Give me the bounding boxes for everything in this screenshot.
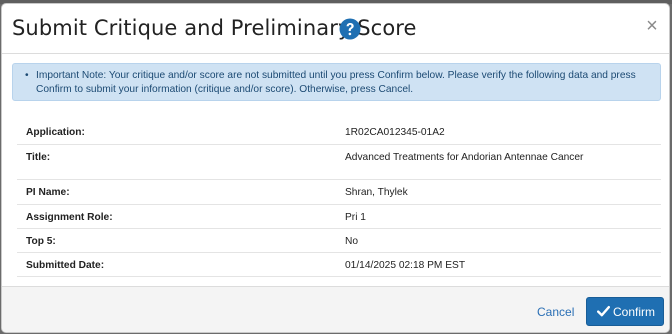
detail-label: Top 5: <box>26 236 56 247</box>
detail-label: Application: <box>26 127 85 138</box>
detail-row-application: Application: 1R02CA012345-01A2 <box>17 121 661 145</box>
alert-text: Important Note: Your critique and/or sco… <box>36 70 636 95</box>
detail-value: Shran, Thylek <box>345 187 408 198</box>
cancel-button[interactable]: Cancel <box>537 305 574 319</box>
detail-value: Pri 1 <box>345 212 366 223</box>
detail-row-pi-name: PI Name: Shran, Thylek <box>17 180 661 205</box>
modal-footer: Cancel Confirm <box>2 286 669 332</box>
detail-value: No <box>345 236 359 247</box>
detail-row-submitted-date: Submitted Date: 01/14/2025 02:18 PM EST <box>17 253 661 277</box>
detail-value: Advanced Treatments for Andorian Antenna… <box>345 152 584 163</box>
detail-label: Title: <box>26 152 51 163</box>
detail-label: Assignment Role: <box>26 212 113 223</box>
close-icon[interactable]: × <box>643 16 661 36</box>
detail-row-top-5: Top 5: No <box>17 229 661 253</box>
submit-critique-modal: Submit Critique and Preliminary Score × … <box>1 3 670 333</box>
detail-row-assignment-role: Assignment Role: Pri 1 <box>17 205 661 229</box>
detail-row-title: Title: Advanced Treatments for Andorian … <box>17 145 661 180</box>
modal-header: Submit Critique and Preliminary Score × <box>2 4 669 54</box>
question-circle-icon[interactable] <box>339 18 361 40</box>
confirm-button[interactable]: Confirm <box>586 297 664 326</box>
important-note-alert: • Important Note: Your critique and/or s… <box>12 63 661 101</box>
details-table: Application: 1R02CA012345-01A2 Title: Ad… <box>17 121 661 277</box>
detail-value: 01/14/2025 02:18 PM EST <box>345 260 466 271</box>
detail-label: PI Name: <box>26 187 70 198</box>
alert-bullet: • <box>25 70 29 81</box>
confirm-label: Confirm <box>613 305 656 319</box>
check-icon <box>597 306 610 317</box>
detail-value: 1R02CA012345-01A2 <box>345 127 445 138</box>
detail-label: Submitted Date: <box>26 260 105 271</box>
